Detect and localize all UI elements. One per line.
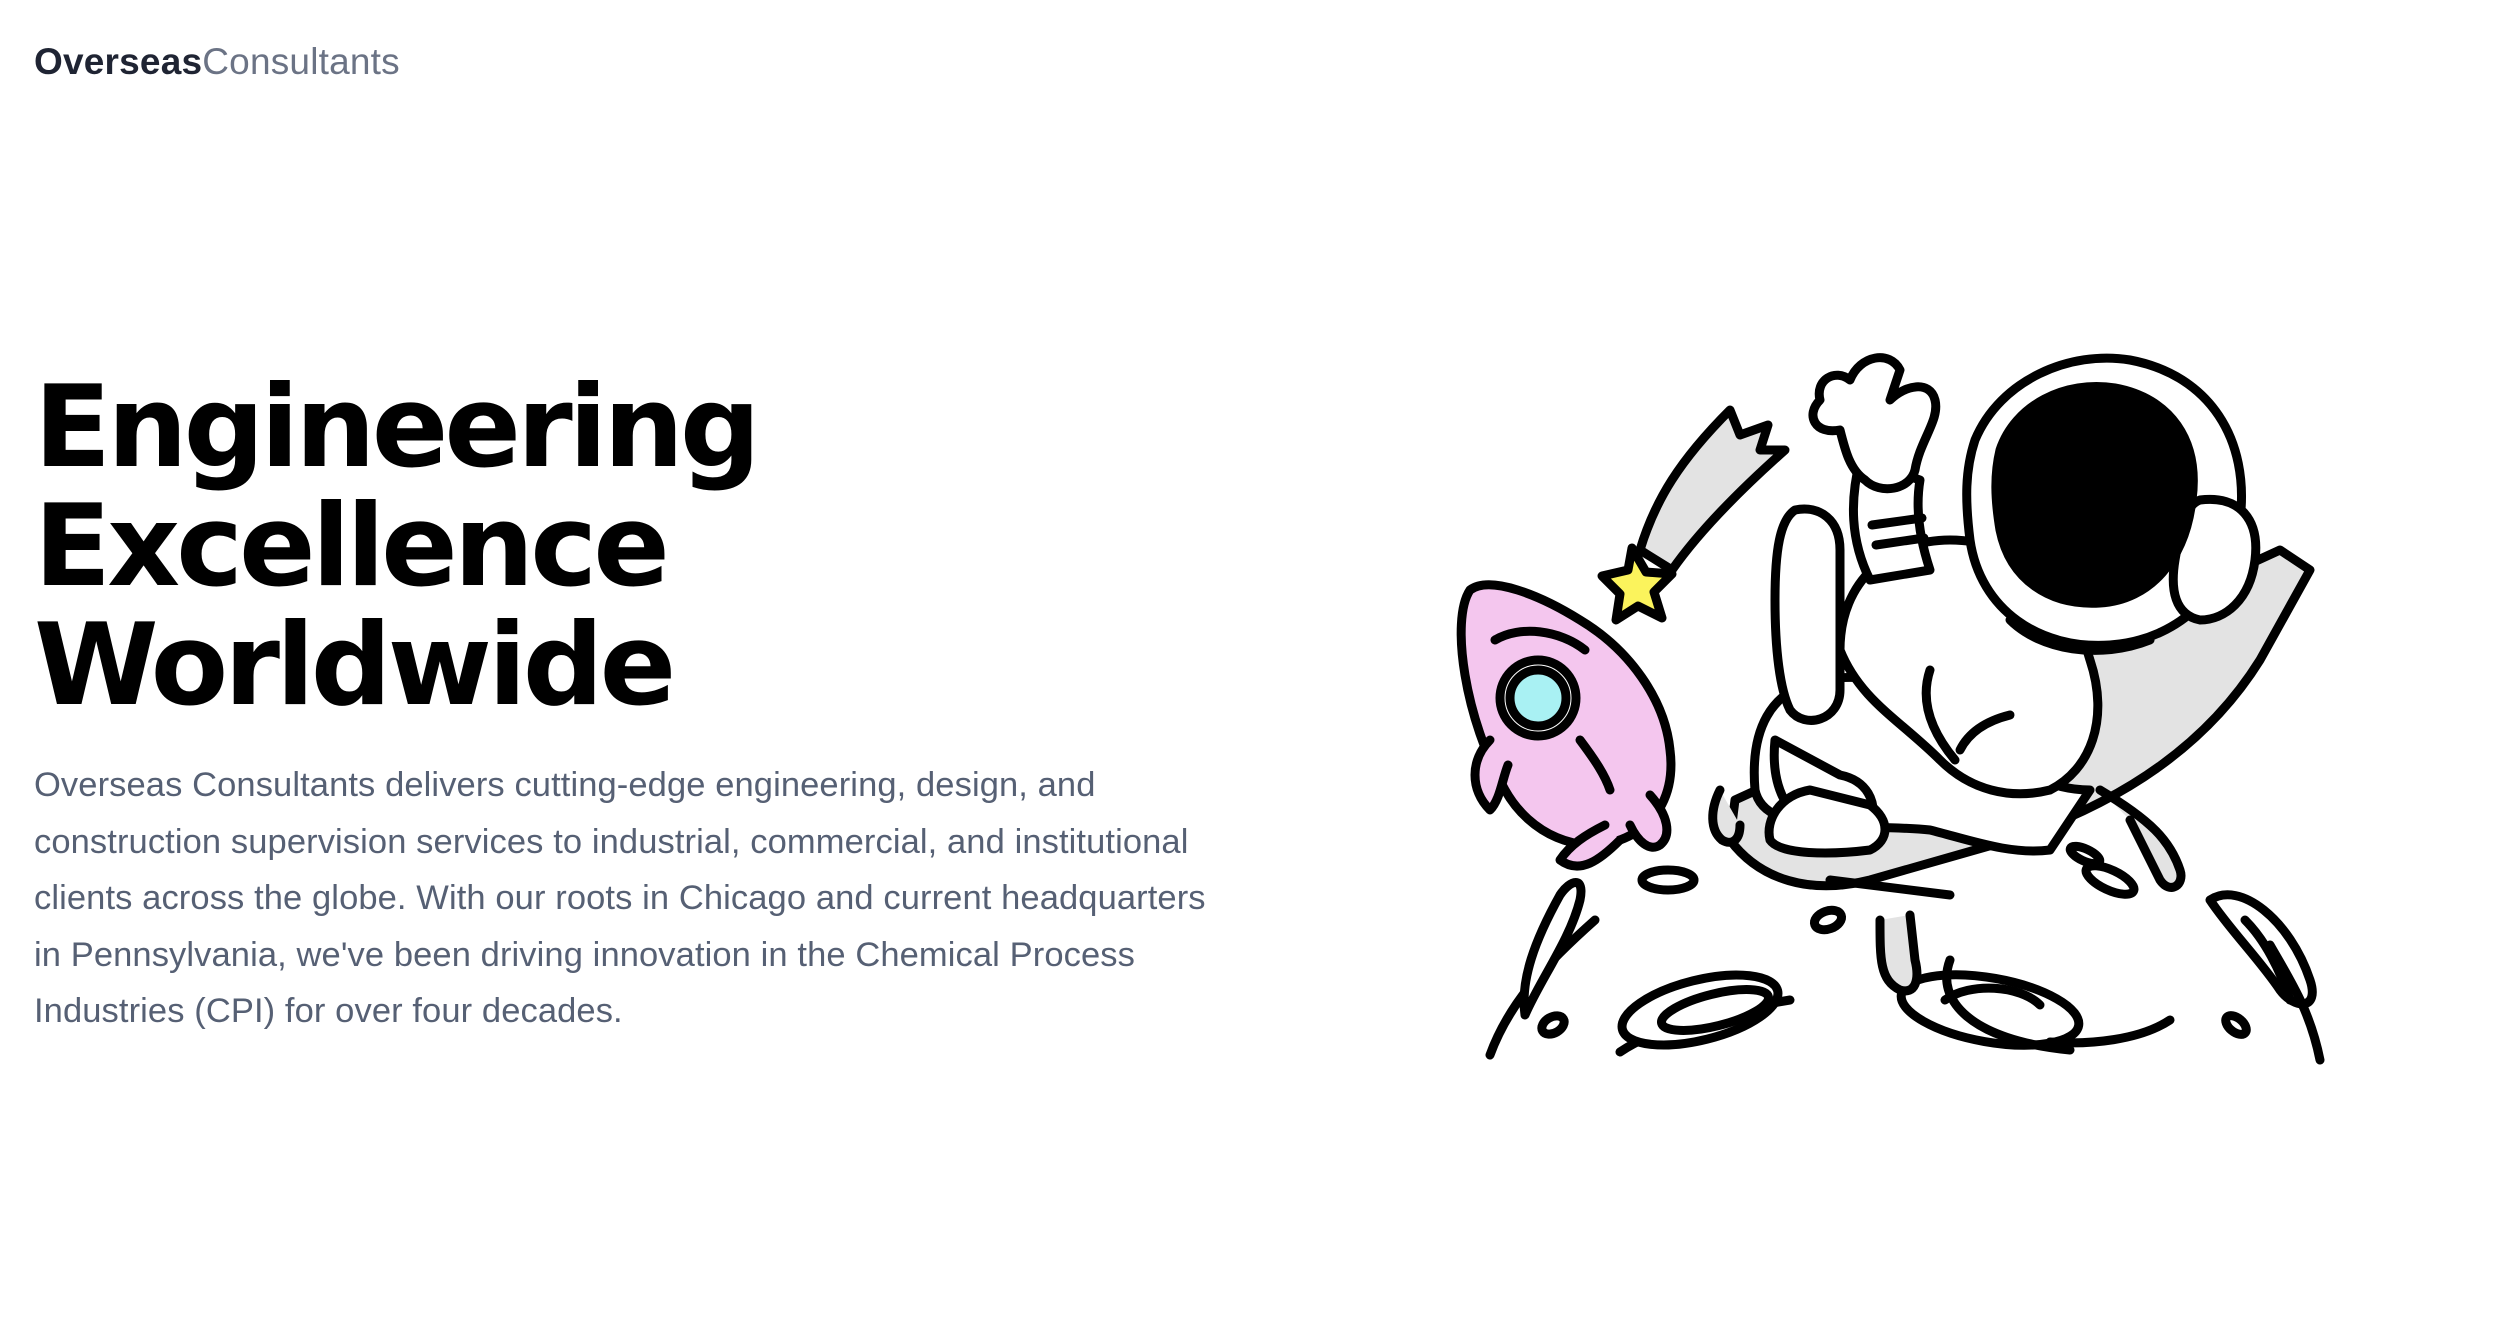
astronaut [1749, 353, 2261, 858]
headline-line-2: Excellence [34, 480, 670, 612]
rocket [1456, 580, 1676, 871]
headline-line-1: Engineering [34, 361, 761, 493]
headline-line-3: Worldwide [34, 599, 676, 731]
brand-name-strong: Overseas [34, 41, 203, 82]
shooting-star [1597, 405, 1790, 625]
hero-text: Engineering Excellence Worldwide Oversea… [34, 368, 1254, 1040]
hero-description: Overseas Consultants delivers cutting-ed… [34, 766, 1206, 1030]
page: OverseasConsultants Engineering Excellen… [0, 0, 2514, 1334]
brand-name-light: Consultants [202, 41, 400, 82]
brand-logo-link[interactable]: OverseasConsultants [34, 38, 400, 86]
astronaut-illustration [1456, 353, 2325, 1065]
hero-headline: Engineering Excellence Worldwide [34, 368, 1254, 725]
